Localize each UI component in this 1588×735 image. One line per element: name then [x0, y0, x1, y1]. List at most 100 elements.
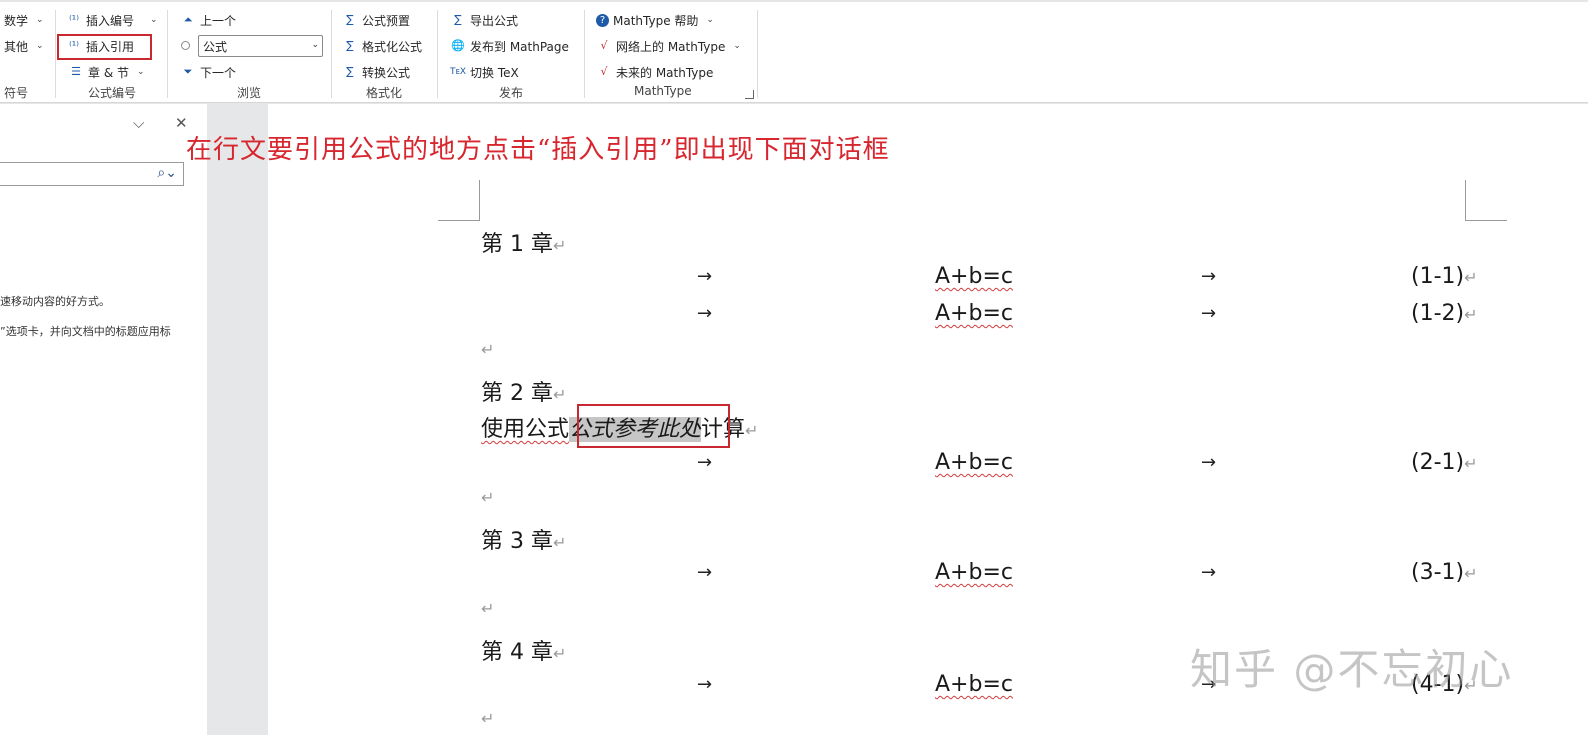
chapter-heading[interactable]: 第 1 章↵: [481, 226, 566, 258]
publish-mathpage-button[interactable]: 🌐 发布到 MathPage: [450, 36, 569, 56]
chevron-down-icon: ⌄: [36, 15, 44, 25]
browse-type-select[interactable]: 公式 ⌄: [198, 35, 323, 57]
insert-number-icon: ⁽¹⁾: [69, 13, 79, 26]
math-symbols-button[interactable]: 数学 ⌄: [4, 10, 44, 30]
sigma-icon: ∑: [454, 13, 462, 26]
mathtype-future-button[interactable]: √ 未来的 MathType: [596, 62, 713, 82]
chevron-down-icon: ⌄: [733, 41, 741, 51]
paragraph-mark: ↵: [552, 644, 567, 663]
sigma-icon: ∑: [346, 13, 354, 26]
group-label-browse: 浏览: [237, 86, 262, 100]
group-separator: [584, 10, 585, 98]
group-label-symbols: 符号: [4, 86, 29, 100]
chevron-down-icon: ⌄: [311, 40, 319, 50]
sigma-icon: ∑: [346, 65, 354, 78]
chapter-title: 第 4 章: [481, 640, 553, 665]
equation[interactable]: A+b=c: [935, 672, 1013, 697]
watermark: 知乎 @不忘初心: [1190, 645, 1514, 694]
equation[interactable]: A+b=c: [935, 450, 1013, 475]
mathtype-future-label: 未来的 MathType: [616, 65, 714, 80]
next-button[interactable]: ⏷ 下一个: [180, 62, 236, 82]
chapter-title: 第 3 章: [481, 529, 553, 554]
chapter-heading[interactable]: 第 4 章↵: [481, 634, 566, 666]
paragraph-mark: ↵: [1464, 564, 1478, 583]
previous-label: 上一个: [200, 13, 237, 28]
chevron-down-icon: ⌄: [706, 15, 714, 25]
tab-arrow: →: [697, 266, 713, 287]
group-label-numbering: 公式编号: [88, 86, 137, 100]
insert-number-label: 插入编号: [86, 13, 135, 28]
tab-arrow: →: [697, 674, 713, 695]
chapter-title: 第 2 章: [481, 381, 553, 406]
search-icon: ⌕⌄: [157, 165, 177, 181]
equation-number: (2-1)↵: [1411, 450, 1478, 475]
chapter-heading[interactable]: 第 3 章↵: [481, 523, 566, 555]
empty-paragraph-mark: ↵: [481, 599, 495, 618]
tab-arrow: →: [697, 562, 713, 583]
empty-paragraph-mark: ↵: [481, 709, 495, 728]
equation-number-text: (2-1): [1411, 450, 1465, 475]
chevron-down-icon[interactable]: ⌵: [133, 114, 144, 132]
equation[interactable]: A+b=c: [935, 264, 1013, 289]
equation[interactable]: A+b=c: [935, 560, 1013, 585]
list-icon: ☰: [71, 65, 81, 78]
convert-equations-button[interactable]: ∑ 转换公式: [342, 62, 410, 82]
group-separator: [331, 10, 332, 98]
paragraph-mark: ↵: [1464, 305, 1478, 324]
page-corner-mark: [1465, 180, 1507, 221]
browse-radio[interactable]: [181, 41, 190, 50]
toggle-tex-button[interactable]: TᴇX 切换 TeX: [450, 62, 519, 82]
navigation-search-input[interactable]: ⌕⌄: [0, 162, 184, 186]
chapter-title: 第 1 章: [481, 232, 553, 257]
insert-number-button[interactable]: ⁽¹⁾ 插入编号 ⌄: [66, 10, 158, 30]
chapter-section-button[interactable]: ☰ 章 & 节 ⌄: [68, 62, 145, 82]
chevron-down-icon: ⌄: [36, 41, 44, 51]
mathtype-web-button[interactable]: √ 网络上的 MathType ⌄: [596, 36, 741, 56]
format-equations-label: 格式化公式: [362, 39, 423, 54]
equation-presets-button[interactable]: ∑ 公式预置: [342, 10, 410, 30]
down-arrow-icon: ⏷: [183, 65, 193, 78]
format-equations-button[interactable]: ∑ 格式化公式: [342, 36, 422, 56]
tab-arrow: →: [1201, 452, 1217, 473]
mathtype-logo-icon: √: [600, 65, 608, 78]
ribbon: 数学 ⌄ 其他 ⌄ 符号 ⁽¹⁾ 插入编号 ⌄ ⁽¹⁾ 插入引用 ☰ 章 & 节 ⌄…: [0, 0, 1588, 107]
sigma-icon: ∑: [346, 39, 354, 52]
mathtype-help-button[interactable]: ? MathType 帮助 ⌄: [596, 10, 714, 30]
other-symbols-button[interactable]: 其他 ⌄: [4, 36, 44, 56]
navigation-hint-line2: ”选项卡，并向文档中的标题应用标: [0, 325, 171, 338]
publish-mathpage-label: 发布到 MathPage: [470, 39, 569, 54]
navigation-pane: [0, 104, 207, 735]
chevron-down-icon: ⌄: [150, 15, 158, 25]
previous-button[interactable]: ⏶ 上一个: [180, 10, 236, 30]
equation-number-text: (3-1): [1411, 560, 1465, 585]
up-arrow-icon: ⏶: [183, 13, 193, 26]
group-separator: [437, 10, 438, 98]
chapter-heading[interactable]: 第 2 章↵: [481, 375, 566, 407]
equation-number-text: (1-1): [1411, 264, 1465, 289]
empty-paragraph-mark: ↵: [481, 488, 495, 507]
paragraph-mark: ↵: [1464, 268, 1478, 287]
equation-number: (3-1)↵: [1411, 560, 1478, 585]
tab-arrow: →: [1201, 562, 1217, 583]
paragraph-mark: ↵: [552, 385, 567, 404]
tab-arrow: →: [1201, 303, 1217, 324]
export-equations-button[interactable]: ∑ 导出公式: [450, 10, 518, 30]
chevron-down-icon: ⌄: [137, 67, 145, 77]
group-label-publish: 发布: [499, 86, 524, 100]
equation[interactable]: A+b=c: [935, 301, 1013, 326]
help-icon: ?: [596, 13, 609, 27]
tex-icon: TᴇX: [450, 67, 467, 77]
convert-equations-label: 转换公式: [362, 65, 411, 80]
next-label: 下一个: [200, 65, 237, 80]
tab-arrow: →: [697, 303, 713, 324]
mathtype-web-label: 网络上的 MathType: [616, 39, 726, 54]
toggle-tex-label: 切换 TeX: [470, 65, 519, 80]
tab-arrow: →: [697, 452, 713, 473]
export-equations-label: 导出公式: [470, 13, 519, 28]
equation-number: (1-2)↵: [1411, 301, 1478, 326]
group-label-format: 格式化: [366, 86, 403, 100]
group-separator: [757, 10, 758, 98]
page-corner-mark: [438, 180, 480, 221]
dialog-launcher-icon[interactable]: [745, 90, 754, 99]
group-separator: [167, 10, 168, 98]
